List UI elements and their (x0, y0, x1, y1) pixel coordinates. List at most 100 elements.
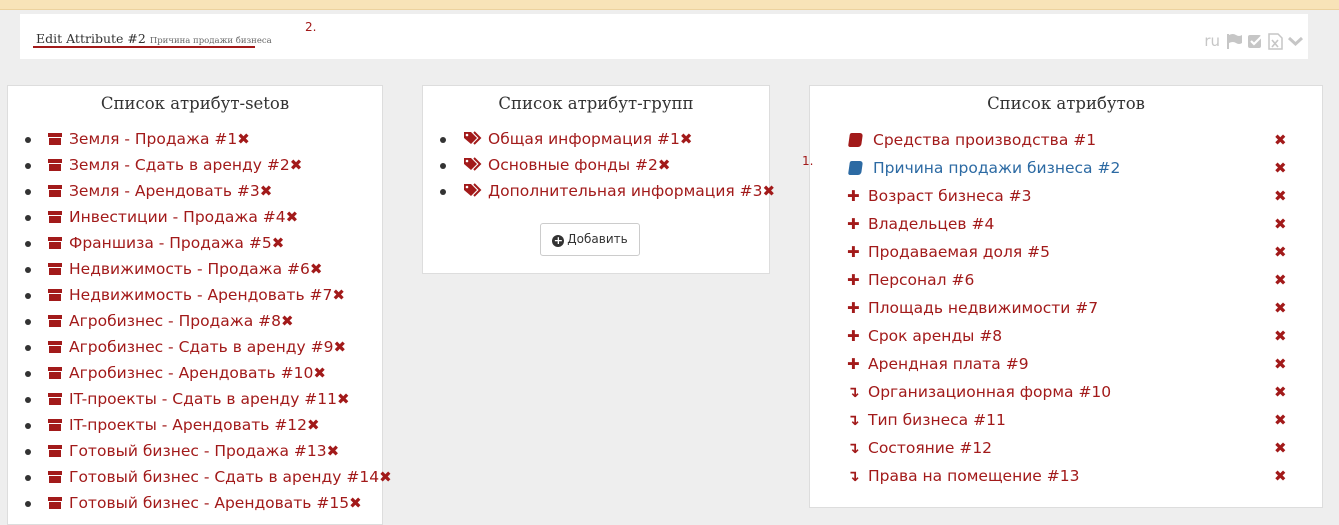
attribute-item[interactable]: ✚ Площадь недвижимости #7 ✖ (847, 294, 1337, 322)
delete-icon[interactable]: ✖ (286, 208, 299, 226)
language-switch[interactable]: ru (1204, 32, 1220, 50)
delete-icon[interactable]: ✖ (333, 338, 346, 356)
delete-icon[interactable]: ✖ (1274, 238, 1287, 266)
delete-icon[interactable]: ✖ (281, 312, 294, 330)
attribute-item[interactable]: ↴ Тип бизнеса #11 ✖ (847, 406, 1337, 434)
attribute-label[interactable]: Владельцев #4 (868, 215, 994, 233)
attribute-set-label[interactable]: Земля - Сдать в аренду #2 (69, 156, 290, 174)
file-excel-icon[interactable] (1268, 32, 1283, 50)
attribute-item[interactable]: ↴ Права на помещение #13 ✖ (847, 462, 1337, 490)
delete-icon[interactable]: ✖ (1274, 294, 1287, 322)
attribute-group-item[interactable]: Основные фонды #2✖ (440, 152, 775, 178)
delete-icon[interactable]: ✖ (658, 156, 671, 174)
attribute-item[interactable]: ✚ Возраст бизнеса #3 ✖ (847, 182, 1337, 210)
attribute-set-label[interactable]: Недвижимость - Арендовать #7 (69, 286, 332, 304)
delete-icon[interactable]: ✖ (290, 156, 303, 174)
delete-icon[interactable]: ✖ (1274, 266, 1287, 294)
attribute-set-label[interactable]: Готовый бизнес - Сдать в аренду #14 (69, 468, 379, 486)
attribute-set-label[interactable]: Агробизнес - Сдать в аренду #9 (69, 338, 333, 356)
delete-icon[interactable]: ✖ (379, 468, 392, 486)
delete-icon[interactable]: ✖ (1274, 406, 1287, 434)
delete-icon[interactable]: ✖ (332, 286, 345, 304)
attribute-label[interactable]: Срок аренды #8 (868, 327, 1002, 345)
attribute-label[interactable]: Арендная плата #9 (868, 355, 1029, 373)
attribute-set-item[interactable]: Недвижимость - Продажа #6✖ (25, 256, 392, 282)
attribute-set-item[interactable]: Земля - Продажа #1✖ (25, 126, 392, 152)
attribute-set-item[interactable]: IT-проекты - Сдать в аренду #11✖ (25, 386, 392, 412)
attribute-set-label[interactable]: Готовый бизнес - Продажа #13 (69, 442, 327, 460)
attribute-set-label[interactable]: IT-проекты - Арендовать #12 (69, 416, 307, 434)
delete-icon[interactable]: ✖ (1274, 182, 1287, 210)
attribute-set-item[interactable]: Готовый бизнес - Продажа #13✖ (25, 438, 392, 464)
delete-icon[interactable]: ✖ (237, 130, 250, 148)
attribute-set-item[interactable]: Готовый бизнес - Сдать в аренду #14✖ (25, 464, 392, 490)
delete-icon[interactable]: ✖ (337, 390, 350, 408)
plus-icon: ✚ (847, 327, 860, 345)
attribute-set-label[interactable]: Инвестиции - Продажа #4 (69, 208, 286, 226)
attribute-item[interactable]: ✚ Продаваемая доля #5 ✖ (847, 238, 1337, 266)
attribute-item[interactable]: Средства производства #1 ✖ (847, 126, 1337, 154)
attribute-group-item[interactable]: Общая информация #1✖ (440, 126, 775, 152)
delete-icon[interactable]: ✖ (1274, 322, 1287, 350)
add-group-button[interactable]: + Добавить (540, 223, 640, 256)
attribute-item[interactable]: ↴ Организационная форма #10 ✖ (847, 378, 1337, 406)
attribute-item[interactable]: ✚ Срок аренды #8 ✖ (847, 322, 1337, 350)
chevron-down-icon[interactable] (1287, 34, 1304, 48)
attribute-group-label[interactable]: Дополнительная информация #3 (488, 182, 763, 200)
attribute-group-item[interactable]: Дополнительная информация #3✖ (440, 178, 776, 204)
attribute-label[interactable]: Продаваемая доля #5 (868, 243, 1050, 261)
attribute-item[interactable]: Причина продажи бизнеса #2 ✖ (847, 154, 1337, 182)
attribute-group-label[interactable]: Основные фонды #2 (488, 156, 658, 174)
attribute-set-item[interactable]: Франшиза - Продажа #5✖ (25, 230, 392, 256)
attribute-label[interactable]: Организационная форма #10 (868, 383, 1111, 401)
delete-icon[interactable]: ✖ (1274, 378, 1287, 406)
attribute-set-label[interactable]: Агробизнес - Арендовать #10 (69, 364, 313, 382)
delete-icon[interactable]: ✖ (1274, 350, 1287, 378)
delete-icon[interactable]: ✖ (763, 182, 776, 200)
attribute-set-label[interactable]: Франшиза - Продажа #5 (69, 234, 272, 252)
delete-icon[interactable]: ✖ (310, 260, 323, 278)
attribute-label[interactable]: Состояние #12 (868, 439, 992, 457)
attribute-item[interactable]: ✚ Арендная плата #9 ✖ (847, 350, 1337, 378)
attribute-set-item[interactable]: Земля - Арендовать #3✖ (25, 178, 392, 204)
attribute-set-label[interactable]: IT-проекты - Сдать в аренду #11 (69, 390, 337, 408)
attribute-set-item[interactable]: Агробизнес - Продажа #8✖ (25, 308, 392, 334)
delete-icon[interactable]: ✖ (327, 442, 340, 460)
attribute-label[interactable]: Тип бизнеса #11 (868, 411, 1006, 429)
delete-icon[interactable]: ✖ (313, 364, 326, 382)
flag-icon[interactable] (1226, 33, 1243, 49)
delete-icon[interactable]: ✖ (272, 234, 285, 252)
attribute-group-label[interactable]: Общая информация #1 (488, 130, 680, 148)
delete-icon[interactable]: ✖ (307, 416, 320, 434)
attribute-set-label[interactable]: Земля - Продажа #1 (69, 130, 237, 148)
attribute-item[interactable]: ✚ Владельцев #4 ✖ (847, 210, 1337, 238)
attribute-set-item[interactable]: Агробизнес - Сдать в аренду #9✖ (25, 334, 392, 360)
attribute-label[interactable]: Средства производства #1 (873, 131, 1096, 149)
delete-icon[interactable]: ✖ (1274, 434, 1287, 462)
attribute-label[interactable]: Персонал #6 (868, 271, 974, 289)
attribute-set-item[interactable]: Агробизнес - Арендовать #10✖ (25, 360, 392, 386)
attribute-set-item[interactable]: IT-проекты - Арендовать #12✖ (25, 412, 392, 438)
delete-icon[interactable]: ✖ (680, 130, 693, 148)
attribute-item[interactable]: ↴ Состояние #12 ✖ (847, 434, 1337, 462)
attribute-label[interactable]: Причина продажи бизнеса #2 (873, 159, 1120, 177)
attribute-label[interactable]: Возраст бизнеса #3 (868, 187, 1032, 205)
attribute-set-item[interactable]: Инвестиции - Продажа #4✖ (25, 204, 392, 230)
attribute-set-label[interactable]: Агробизнес - Продажа #8 (69, 312, 281, 330)
attribute-set-item[interactable]: Земля - Сдать в аренду #2✖ (25, 152, 392, 178)
delete-icon[interactable]: ✖ (1274, 154, 1287, 182)
attribute-label[interactable]: Права на помещение #13 (868, 467, 1079, 485)
attribute-set-item[interactable]: Недвижимость - Арендовать #7✖ (25, 282, 392, 308)
attribute-set-item[interactable]: Готовый бизнес - Арендовать #15✖ (25, 490, 392, 516)
attribute-item[interactable]: ✚ Персонал #6 ✖ (847, 266, 1337, 294)
attribute-set-label[interactable]: Земля - Арендовать #3 (69, 182, 260, 200)
attribute-set-label[interactable]: Недвижимость - Продажа #6 (69, 260, 310, 278)
check-square-icon[interactable] (1247, 33, 1264, 49)
delete-icon[interactable]: ✖ (260, 182, 273, 200)
attribute-label[interactable]: Площадь недвижимости #7 (868, 299, 1098, 317)
delete-icon[interactable]: ✖ (1274, 126, 1287, 154)
delete-icon[interactable]: ✖ (1274, 210, 1287, 238)
attribute-set-label[interactable]: Готовый бизнес - Арендовать #15 (69, 494, 349, 512)
delete-icon[interactable]: ✖ (349, 494, 362, 512)
delete-icon[interactable]: ✖ (1274, 462, 1287, 490)
